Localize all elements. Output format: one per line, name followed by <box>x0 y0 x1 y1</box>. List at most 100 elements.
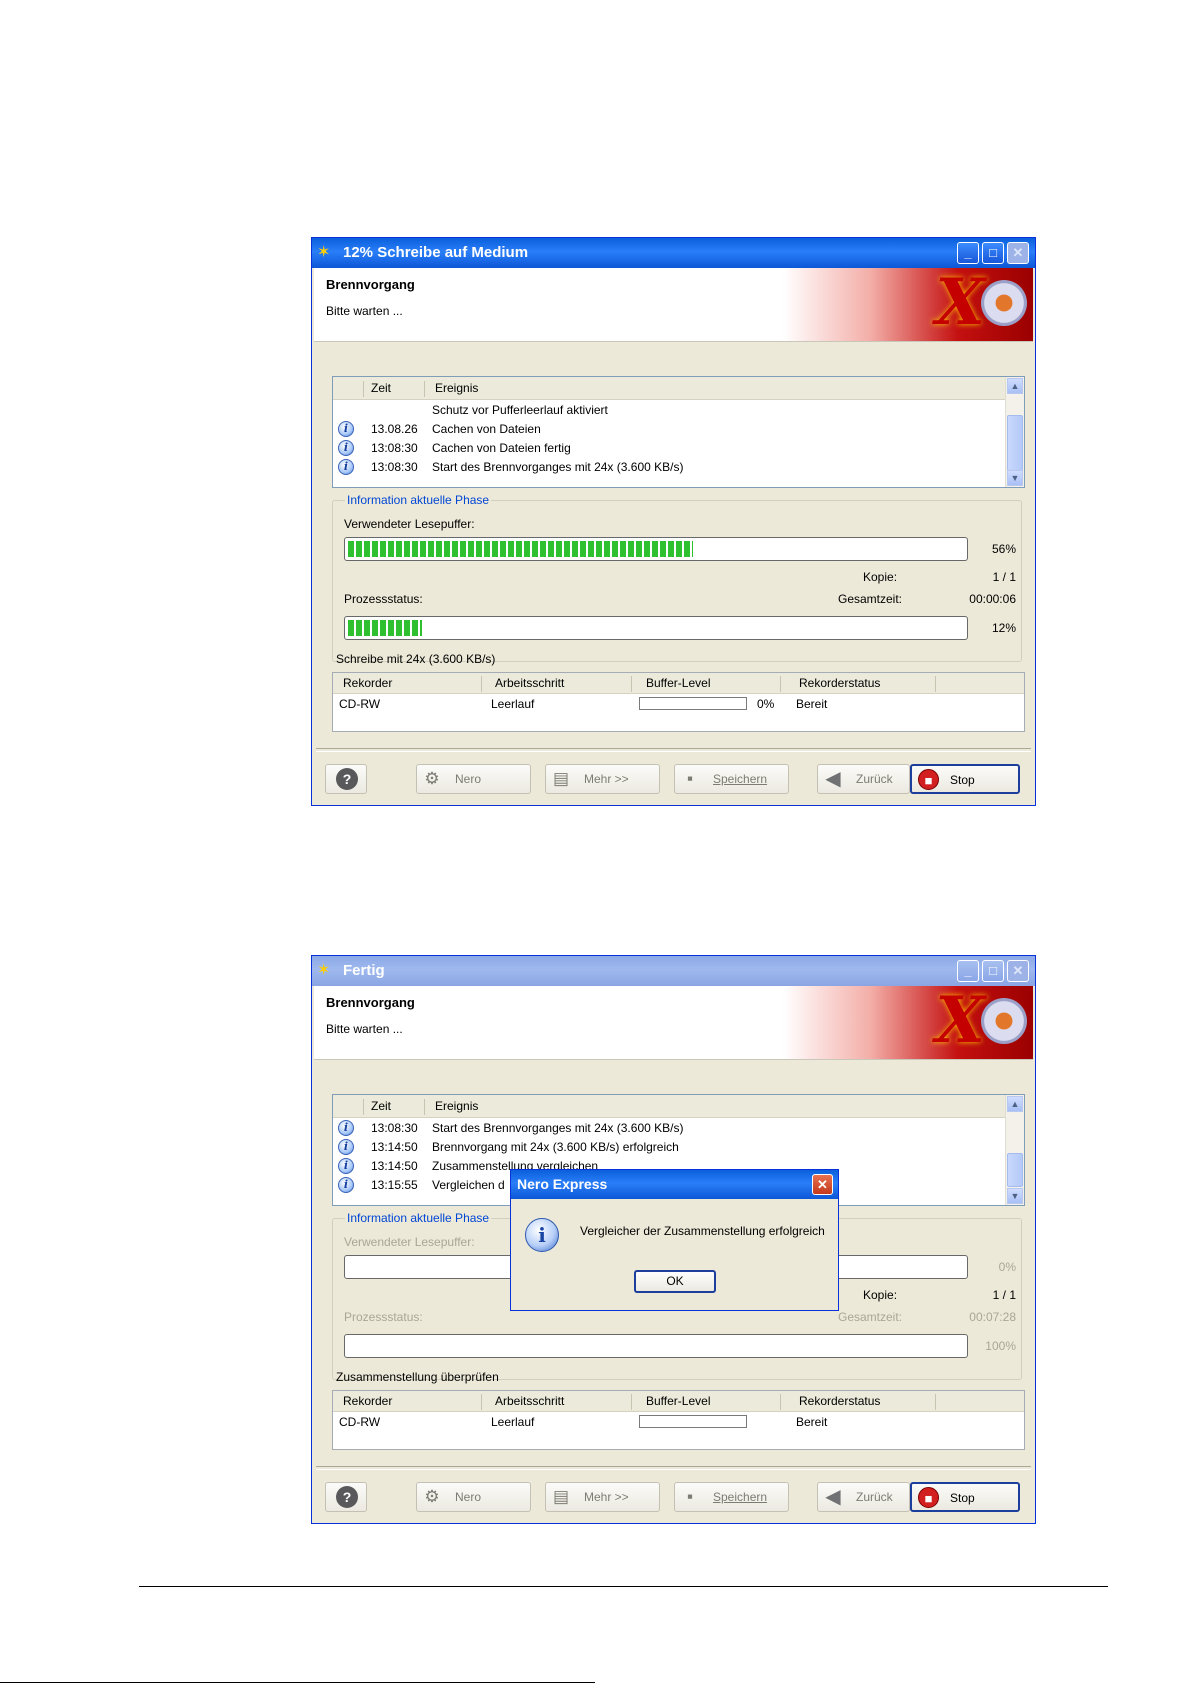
process-progress-fill <box>348 620 422 636</box>
recorder-table[interactable]: Rekorder Arbeitsschritt Buffer-Level Rek… <box>332 672 1025 732</box>
stop-button[interactable]: ■ Stop <box>910 1482 1020 1512</box>
window-title: 12% Schreibe auf Medium <box>343 244 529 261</box>
nero-burn-window-writing: ✶ 12% Schreibe auf Medium _ □ ✕ Brennvor… <box>311 237 1036 806</box>
help-button[interactable]: ? <box>325 1482 367 1512</box>
disc-icon <box>981 280 1027 326</box>
title-bar[interactable]: ✶ Fertig _ □ ✕ <box>312 956 1035 986</box>
event-log[interactable]: Zeit Ereignis Schutz vor Pufferleerlauf … <box>332 376 1025 488</box>
header-subtitle: Bitte warten ... <box>326 304 403 318</box>
close-button[interactable]: ✕ <box>1007 960 1029 982</box>
info-icon: i <box>338 459 354 475</box>
header-title: Brennvorgang <box>326 995 415 1010</box>
ok-button[interactable]: OK <box>634 1270 716 1293</box>
buffer-progress-bar <box>344 537 968 561</box>
maximize-button[interactable]: □ <box>982 242 1004 264</box>
process-progress-bar <box>344 616 968 640</box>
logo-x-mark: X <box>935 268 985 340</box>
phase-info-group: Information aktuelle Phase Verwendeter L… <box>332 493 1022 662</box>
help-button[interactable]: ? <box>325 764 367 794</box>
recorder-table[interactable]: Rekorder Arbeitsschritt Buffer-Level Rek… <box>332 1390 1025 1450</box>
col-recorder[interactable]: Rekorder <box>343 1394 392 1408</box>
recorder-header: Rekorder Arbeitsschritt Buffer-Level Rek… <box>333 673 1024 694</box>
info-icon: i <box>338 1177 354 1193</box>
total-time-value: 00:07:28 <box>969 1310 1016 1324</box>
back-arrow-icon: ◀ <box>825 768 841 790</box>
button-separator <box>316 1466 1031 1470</box>
log-scrollbar[interactable]: ▲ ▼ <box>1005 377 1024 487</box>
more-button[interactable]: ▤ Mehr >> <box>545 764 660 794</box>
scroll-up-icon[interactable]: ▲ <box>1007 378 1023 394</box>
col-time[interactable]: Zeit <box>371 1099 391 1113</box>
save-button[interactable]: ▪ Speichern <box>674 764 789 794</box>
status-line: Zusammenstellung überprüfen <box>336 1370 499 1384</box>
close-button[interactable]: ✕ <box>1007 242 1029 264</box>
title-bar[interactable]: ✶ 12% Schreibe auf Medium _ □ ✕ <box>312 238 1035 268</box>
scroll-thumb[interactable] <box>1007 1153 1023 1187</box>
save-button[interactable]: ▪ Speichern <box>674 1482 789 1512</box>
col-step[interactable]: Arbeitsschritt <box>495 1394 564 1408</box>
nero-button[interactable]: ⚙ Nero <box>416 1482 531 1512</box>
buffer-percent: 56% <box>991 542 1016 556</box>
back-arrow-icon: ◀ <box>825 1486 841 1508</box>
floppy-disk-icon: ▪ <box>686 1487 694 1506</box>
scroll-down-icon[interactable]: ▼ <box>1007 1188 1023 1204</box>
buffer-progress-fill <box>348 541 693 557</box>
minimize-button[interactable]: _ <box>957 960 979 982</box>
col-time[interactable]: Zeit <box>371 381 391 395</box>
info-icon: i <box>338 440 354 456</box>
scroll-up-icon[interactable]: ▲ <box>1007 1096 1023 1112</box>
col-recorder[interactable]: Rekorder <box>343 676 392 690</box>
nero-logo: X <box>783 268 1033 341</box>
dialog-title-bar[interactable]: Nero Express ✕ <box>511 1170 838 1199</box>
copy-value: 1 / 1 <box>992 570 1016 584</box>
log-row[interactable]: i 13:08:30 Start des Brennvorganges mit … <box>333 1120 1006 1138</box>
log-row[interactable]: i 13:14:50 Brennvorgang mit 24x (3.600 K… <box>333 1139 1006 1157</box>
process-label: Prozessstatus: <box>344 1310 423 1324</box>
more-button[interactable]: ▤ Mehr >> <box>545 1482 660 1512</box>
recorder-row[interactable]: CD-RW Leerlauf 0% Bereit <box>333 694 1024 714</box>
copy-label: Kopie: <box>863 1288 898 1302</box>
log-row[interactable]: i 13:08:30 Start des Brennvorganges mit … <box>333 459 1006 477</box>
col-buffer[interactable]: Buffer-Level <box>646 676 710 690</box>
dialog-message: Vergleicher der Zusammenstellung erfolgr… <box>580 1224 825 1238</box>
recorder-row[interactable]: CD-RW Leerlauf Bereit <box>333 1412 1024 1432</box>
copy-label: Kopie: <box>863 570 898 584</box>
total-time-label: Gesamtzeit: <box>838 592 903 606</box>
wizard-header: Brennvorgang Bitte warten ... X <box>314 986 1033 1060</box>
nero-app-icon: ✶ <box>317 962 331 979</box>
dialog-close-button[interactable]: ✕ <box>812 1174 833 1195</box>
buffer-label: Verwendeter Lesepuffer: <box>344 517 475 531</box>
stop-button[interactable]: ■ Stop <box>910 764 1020 794</box>
log-row[interactable]: i 13.08.26 Cachen von Dateien <box>333 421 1006 439</box>
process-label: Prozessstatus: <box>344 592 423 606</box>
back-button[interactable]: ◀ Zurück <box>817 764 910 794</box>
wizard-header: Brennvorgang Bitte warten ... X <box>314 268 1033 342</box>
phase-legend: Information aktuelle Phase <box>345 1211 492 1225</box>
buffer-percent: 0% <box>998 1260 1016 1274</box>
scroll-down-icon[interactable]: ▼ <box>1007 470 1023 486</box>
maximize-button[interactable]: □ <box>982 960 1004 982</box>
status-line: Schreibe mit 24x (3.600 KB/s) <box>336 652 496 666</box>
process-percent: 100% <box>985 1339 1016 1353</box>
col-event[interactable]: Ereignis <box>435 381 478 395</box>
col-buffer[interactable]: Buffer-Level <box>646 1394 710 1408</box>
message-dialog: Nero Express ✕ i Vergleicher der Zusamme… <box>510 1169 839 1311</box>
log-row[interactable]: Schutz vor Pufferleerlauf aktiviert <box>333 402 1006 420</box>
phase-legend: Information aktuelle Phase <box>345 493 492 507</box>
recorder-header: Rekorder Arbeitsschritt Buffer-Level Rek… <box>333 1391 1024 1412</box>
dialog-title: Nero Express <box>517 1176 608 1192</box>
col-status[interactable]: Rekorderstatus <box>799 1394 880 1408</box>
log-row[interactable]: i 13:08:30 Cachen von Dateien fertig <box>333 440 1006 458</box>
back-button[interactable]: ◀ Zurück <box>817 1482 910 1512</box>
log-scrollbar[interactable]: ▲ ▼ <box>1005 1095 1024 1205</box>
logo-x-mark: X <box>935 986 985 1058</box>
disc-icon <box>981 998 1027 1044</box>
col-event[interactable]: Ereignis <box>435 1099 478 1113</box>
recorder-icon: ▤ <box>552 769 570 788</box>
nero-button[interactable]: ⚙ Nero <box>416 764 531 794</box>
header-title: Brennvorgang <box>326 277 415 292</box>
col-status[interactable]: Rekorderstatus <box>799 676 880 690</box>
scroll-thumb[interactable] <box>1007 415 1023 471</box>
col-step[interactable]: Arbeitsschritt <box>495 676 564 690</box>
minimize-button[interactable]: _ <box>957 242 979 264</box>
